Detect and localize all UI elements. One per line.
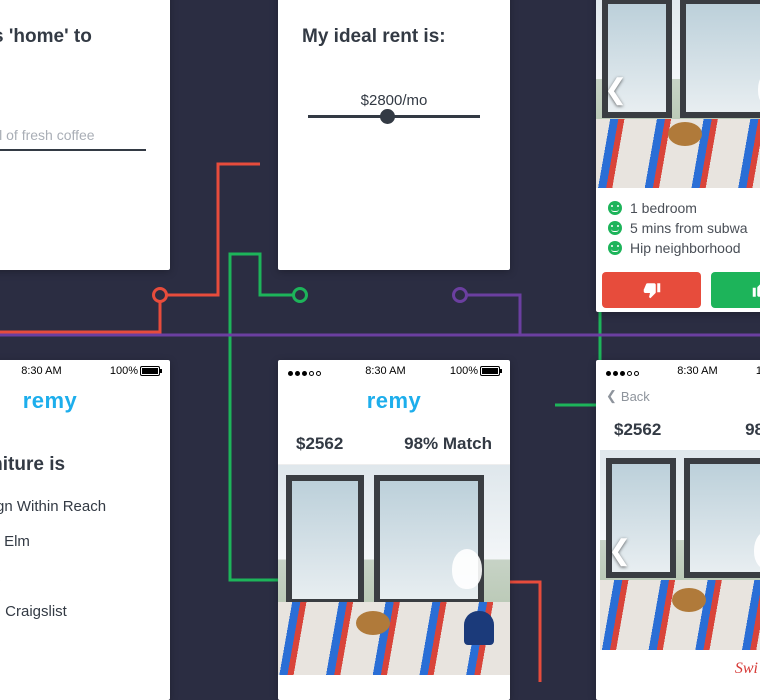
- status-time: 8:30 AM: [21, 365, 61, 377]
- listing-price: $2562: [296, 434, 343, 454]
- home-answer-input[interactable]: [0, 121, 146, 151]
- rent-slider-knob[interactable]: [380, 109, 395, 124]
- rent-slider[interactable]: [308, 115, 480, 118]
- happy-icon: [608, 241, 622, 255]
- flow-node-green: [292, 287, 308, 303]
- battery-icon: 100%: [110, 365, 160, 377]
- furniture-option[interactable]: West Elm: [0, 533, 150, 550]
- feature-row: Hip neighborhood: [608, 240, 760, 256]
- like-button[interactable]: [711, 272, 760, 308]
- listing-price: $2562: [614, 420, 661, 440]
- signal-icon: [288, 366, 321, 376]
- status-bar: 8:30 AM 100%: [596, 360, 760, 382]
- signal-icon: [606, 366, 639, 376]
- screen-listing-detail: 8:30 AM 100% ❮Back $2562 98% M ❮: [596, 360, 760, 700]
- screen-home-question: hat is 'home' to ou?: [0, 0, 170, 270]
- chevron-left-icon: ❮: [606, 388, 617, 404]
- furniture-title: y furniture is: [0, 452, 150, 478]
- screen-furniture: 8:30 AM 100% remy y furniture is Design …: [0, 360, 170, 700]
- swipe-annotation: Swi: [735, 660, 758, 678]
- photo-prev-icon[interactable]: ❮: [604, 73, 627, 106]
- rent-title: My ideal rent is:: [286, 24, 502, 50]
- back-button[interactable]: ❮Back: [596, 382, 760, 410]
- photo-prev-icon[interactable]: ❮: [608, 534, 631, 567]
- dislike-button[interactable]: [602, 272, 701, 308]
- flow-node-purple: [452, 287, 468, 303]
- status-time: 8:30 AM: [365, 365, 405, 377]
- thumbs-down-icon: [643, 281, 661, 299]
- screen-listing-summary: ❮ 1 bedroom 5 mins from subwa Hip neighb…: [596, 0, 760, 312]
- thumbs-up-icon: [752, 281, 760, 299]
- price-match-bar: $2562 98% Match: [278, 424, 510, 465]
- status-bar: 8:30 AM 100%: [0, 360, 170, 382]
- brand-logo: remy: [0, 382, 170, 424]
- happy-icon: [608, 221, 622, 235]
- screen-ideal-rent: My ideal rent is: $2800/mo: [278, 0, 510, 270]
- flow-node-red: [152, 287, 168, 303]
- question-title: hat is 'home' to ou?: [0, 24, 146, 75]
- battery-icon: 100%: [756, 365, 760, 377]
- status-time: 8:30 AM: [677, 365, 717, 377]
- rent-value: $2800/mo: [308, 92, 480, 109]
- brand-logo: remy: [278, 382, 510, 424]
- listing-match: 98% M: [745, 420, 760, 440]
- screen-listing-match: 8:30 AM 100% remy $2562 98% Match: [278, 360, 510, 700]
- feature-row: 5 mins from subwa: [608, 220, 760, 236]
- listing-photo[interactable]: [278, 465, 510, 675]
- furniture-option[interactable]: IKEA: [0, 568, 150, 585]
- price-match-bar: $2562 98% M: [596, 410, 760, 450]
- battery-icon: 100%: [450, 365, 500, 377]
- furniture-option[interactable]: From Craigslist: [0, 603, 150, 620]
- feature-row: 1 bedroom: [608, 200, 760, 216]
- listing-match: 98% Match: [404, 434, 492, 454]
- furniture-option[interactable]: Design Within Reach: [0, 498, 150, 515]
- status-bar: 8:30 AM 100%: [278, 360, 510, 382]
- happy-icon: [608, 201, 622, 215]
- listing-photo[interactable]: ❮: [596, 0, 760, 188]
- listing-photo[interactable]: ❮: [600, 450, 760, 650]
